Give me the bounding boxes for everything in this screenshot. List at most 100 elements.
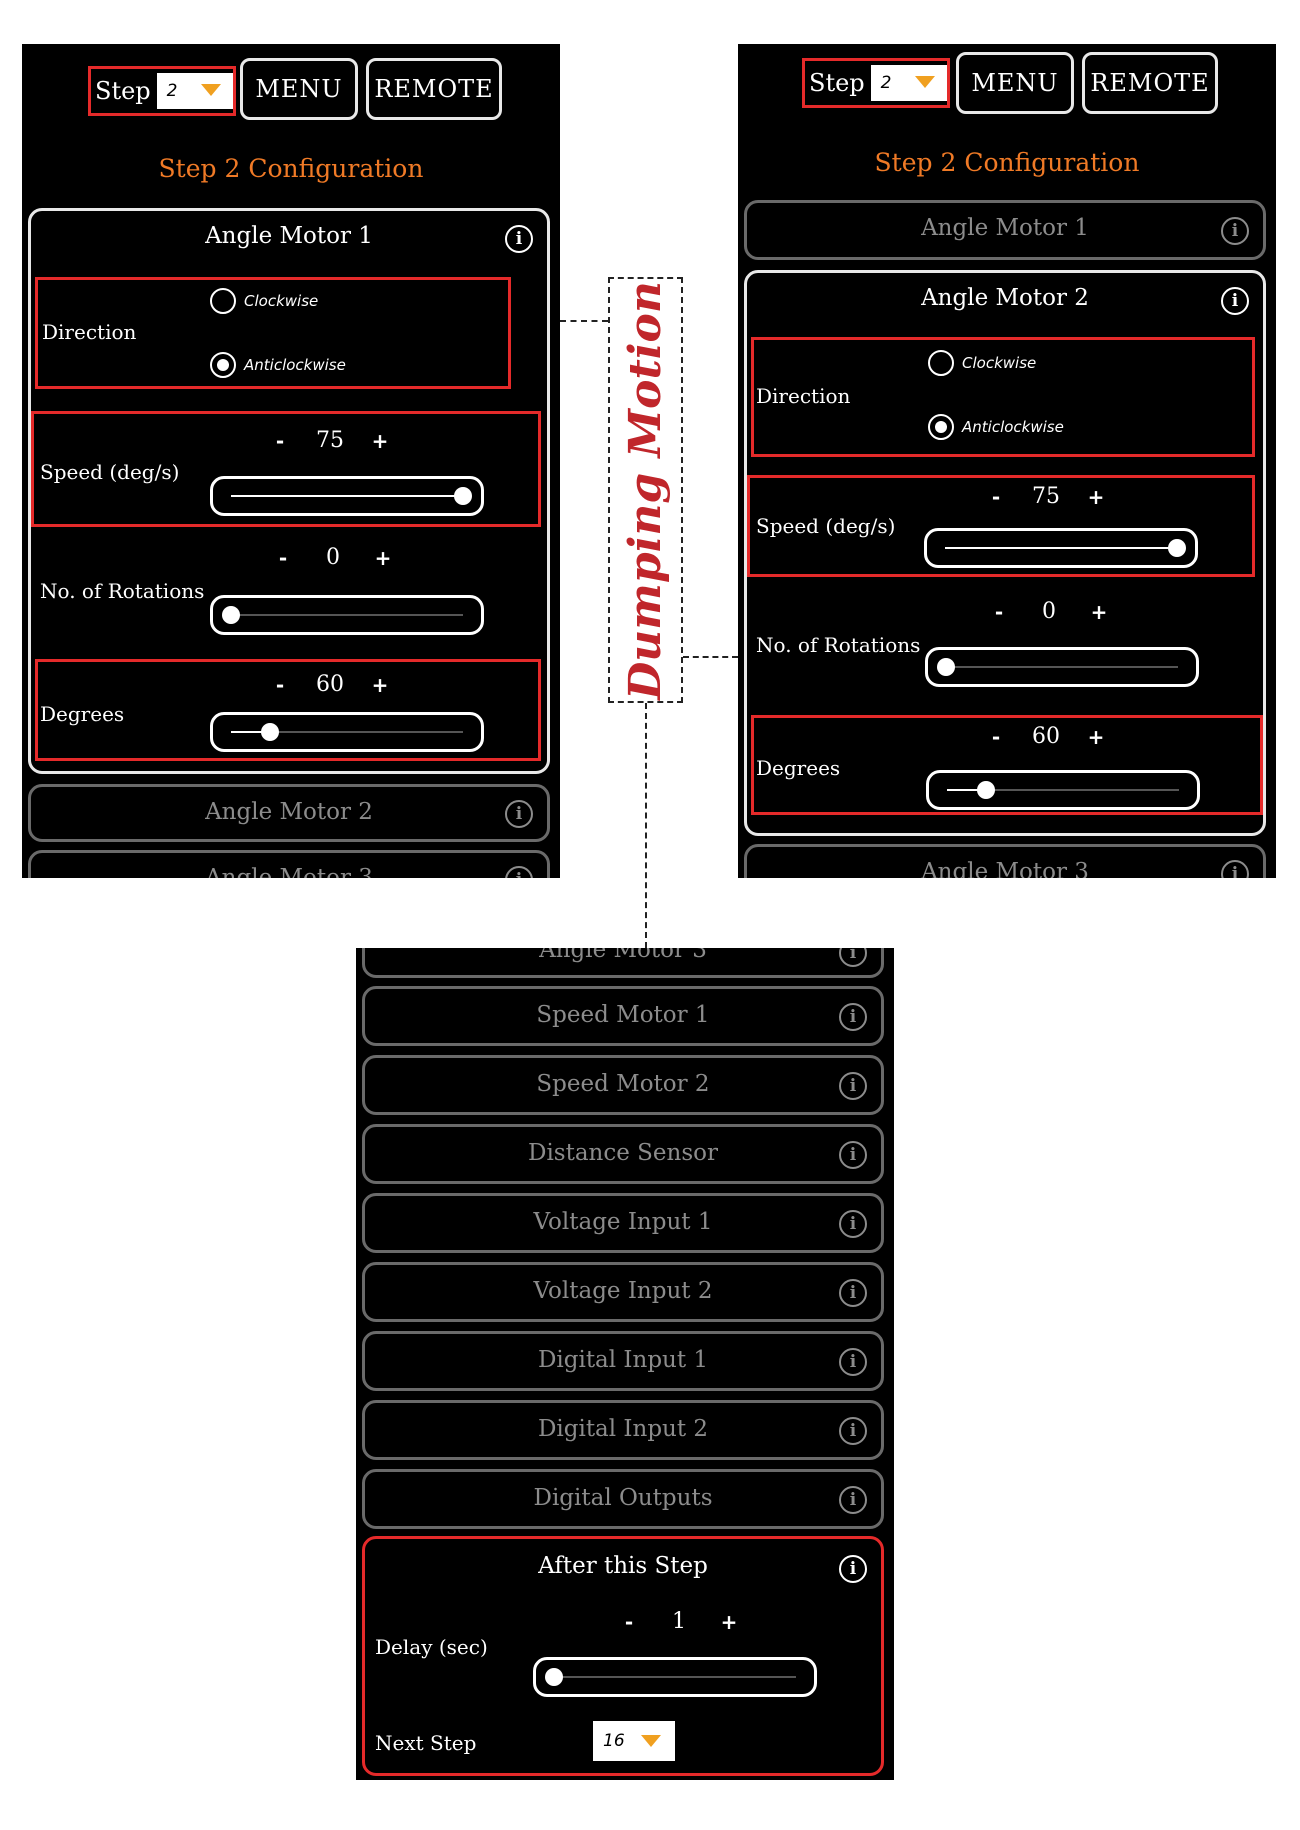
degrees-slider[interactable] bbox=[926, 770, 1200, 810]
bottom-screen: Angle Motor 3 i Speed Motor 1 i Speed Mo… bbox=[356, 948, 894, 1780]
slider-thumb[interactable] bbox=[937, 658, 955, 676]
next-step-dropdown[interactable]: 16 bbox=[593, 1721, 675, 1761]
rotations-slider[interactable] bbox=[210, 595, 484, 635]
card-title: Distance Sensor bbox=[528, 1140, 718, 1166]
speed-label: Speed (deg/s) bbox=[756, 514, 896, 538]
speed-slider[interactable] bbox=[924, 528, 1198, 568]
dumping-motion-label: Dumping Motion bbox=[608, 277, 683, 703]
increment-button[interactable]: + bbox=[1086, 725, 1106, 749]
radio-label: Clockwise bbox=[244, 292, 319, 310]
info-icon[interactable]: i bbox=[839, 948, 867, 967]
card-title: Angle Motor 3 bbox=[205, 865, 373, 878]
radio-label: Anticlockwise bbox=[244, 356, 346, 374]
increment-button[interactable]: + bbox=[1086, 485, 1106, 509]
connector-line-right bbox=[683, 656, 738, 658]
info-icon[interactable]: i bbox=[839, 1555, 867, 1583]
angle-motor-2-card[interactable]: Angle Motor 2 i bbox=[28, 784, 550, 842]
decrement-button[interactable]: - bbox=[986, 485, 1006, 509]
remote-button[interactable]: REMOTE bbox=[366, 58, 502, 120]
slider-thumb[interactable] bbox=[261, 723, 280, 741]
speed-slider[interactable] bbox=[210, 476, 484, 516]
top-bar: Step 2 MENU REMOTE bbox=[738, 44, 1276, 164]
rotations-slider[interactable] bbox=[925, 647, 1199, 687]
distance-sensor-card[interactable]: Distance Sensor i bbox=[362, 1124, 884, 1184]
digital-input-1-card[interactable]: Digital Input 1 i bbox=[362, 1331, 884, 1391]
info-icon[interactable]: i bbox=[505, 225, 533, 253]
right-screen: Step 2 MENU REMOTE Step 2 Configuration … bbox=[738, 44, 1276, 878]
angle-motor-3-card[interactable]: Angle Motor 3 i bbox=[744, 844, 1266, 878]
step-dropdown[interactable]: 2 bbox=[156, 73, 233, 109]
card-title: Angle Motor 2 bbox=[921, 285, 1089, 311]
slider-thumb[interactable] bbox=[545, 1668, 563, 1686]
increment-button[interactable]: + bbox=[370, 673, 390, 697]
voltage-input-1-card[interactable]: Voltage Input 1 i bbox=[362, 1193, 884, 1253]
delay-slider[interactable] bbox=[533, 1657, 817, 1697]
radio-circle-checked bbox=[928, 414, 954, 440]
info-icon[interactable]: i bbox=[505, 800, 533, 828]
degrees-row: Degrees - 60 + bbox=[751, 715, 1263, 815]
info-icon[interactable]: i bbox=[839, 1348, 867, 1376]
slider-thumb[interactable] bbox=[454, 487, 472, 505]
decrement-button[interactable]: - bbox=[986, 725, 1006, 749]
angle-motor-1-card[interactable]: Angle Motor 1 i bbox=[744, 200, 1266, 260]
slider-thumb[interactable] bbox=[222, 606, 240, 624]
increment-button[interactable]: + bbox=[370, 429, 390, 453]
menu-button[interactable]: MENU bbox=[956, 52, 1074, 114]
info-icon[interactable]: i bbox=[1221, 287, 1249, 315]
angle-motor-3-card[interactable]: Angle Motor 3 i bbox=[362, 948, 884, 978]
clockwise-radio[interactable]: Clockwise bbox=[210, 288, 318, 314]
info-icon[interactable]: i bbox=[839, 1003, 867, 1031]
card-title: Angle Motor 2 bbox=[205, 799, 373, 825]
step-dropdown[interactable]: 2 bbox=[870, 65, 947, 101]
decrement-button[interactable]: - bbox=[989, 600, 1009, 624]
decrement-button[interactable]: - bbox=[270, 673, 290, 697]
step-label: Step bbox=[95, 77, 151, 105]
remote-button[interactable]: REMOTE bbox=[1082, 52, 1218, 114]
decrement-button[interactable]: - bbox=[270, 429, 290, 453]
card-title: Speed Motor 1 bbox=[536, 1002, 710, 1028]
slider-thumb[interactable] bbox=[977, 781, 996, 799]
radio-circle-checked bbox=[210, 352, 236, 378]
digital-input-2-card[interactable]: Digital Input 2 i bbox=[362, 1400, 884, 1460]
decrement-button[interactable]: - bbox=[619, 1610, 639, 1634]
rotations-row: No. of Rotations - 0 + bbox=[31, 531, 541, 647]
speed-motor-1-card[interactable]: Speed Motor 1 i bbox=[362, 986, 884, 1046]
info-icon[interactable]: i bbox=[839, 1279, 867, 1307]
speed-row: Speed (deg/s) - 75 + bbox=[747, 475, 1255, 577]
increment-button[interactable]: + bbox=[719, 1610, 739, 1634]
next-step-value: 16 bbox=[603, 1731, 625, 1751]
dropdown-arrow-icon bbox=[201, 84, 221, 96]
digital-outputs-card[interactable]: Digital Outputs i bbox=[362, 1469, 884, 1529]
card-title: Angle Motor 3 bbox=[921, 859, 1089, 878]
step-selector[interactable]: Step 2 bbox=[88, 66, 236, 116]
slider-thumb[interactable] bbox=[1168, 539, 1186, 557]
anticlockwise-radio[interactable]: Anticlockwise bbox=[928, 414, 1064, 440]
degrees-slider[interactable] bbox=[210, 712, 484, 752]
decrement-button[interactable]: - bbox=[273, 546, 293, 570]
card-title: Voltage Input 2 bbox=[533, 1278, 713, 1304]
after-this-step-card: After this Step i Delay (sec) - 1 + Next… bbox=[362, 1536, 884, 1776]
info-icon[interactable]: i bbox=[839, 1141, 867, 1169]
connector-line-left bbox=[560, 320, 608, 322]
anticlockwise-radio[interactable]: Anticlockwise bbox=[210, 352, 346, 378]
rotations-value: 0 bbox=[326, 545, 340, 570]
info-icon[interactable]: i bbox=[839, 1417, 867, 1445]
speed-motor-2-card[interactable]: Speed Motor 2 i bbox=[362, 1055, 884, 1115]
angle-motor-3-card[interactable]: Angle Motor 3 i bbox=[28, 850, 550, 878]
card-title: Digital Input 2 bbox=[537, 1416, 709, 1442]
radio-label: Clockwise bbox=[962, 354, 1037, 372]
step-selector[interactable]: Step 2 bbox=[802, 58, 950, 108]
card-title: After this Step bbox=[538, 1553, 708, 1579]
clockwise-radio[interactable]: Clockwise bbox=[928, 350, 1036, 376]
step-value: 2 bbox=[880, 73, 892, 93]
info-icon[interactable]: i bbox=[839, 1486, 867, 1514]
increment-button[interactable]: + bbox=[373, 546, 393, 570]
increment-button[interactable]: + bbox=[1089, 600, 1109, 624]
rotations-value: 0 bbox=[1042, 599, 1056, 624]
voltage-input-2-card[interactable]: Voltage Input 2 i bbox=[362, 1262, 884, 1322]
info-icon[interactable]: i bbox=[839, 1072, 867, 1100]
menu-button[interactable]: MENU bbox=[240, 58, 358, 120]
info-icon[interactable]: i bbox=[1221, 217, 1249, 245]
info-icon[interactable]: i bbox=[839, 1210, 867, 1238]
rotations-label: No. of Rotations bbox=[40, 579, 205, 603]
